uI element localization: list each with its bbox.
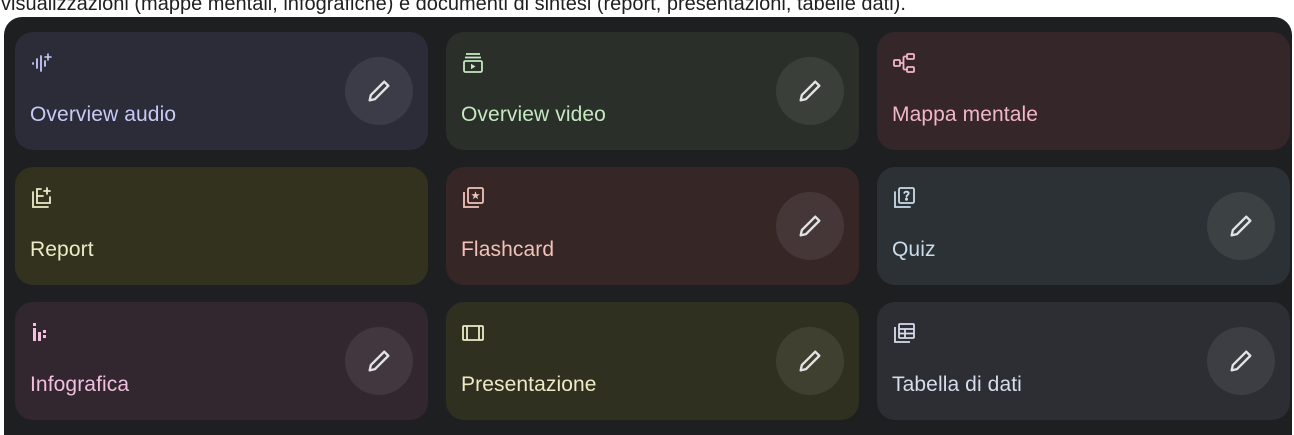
tool-card-label: Flashcard [461, 238, 555, 261]
tool-card-overview-video[interactable]: Overview video [446, 32, 859, 150]
edit-button[interactable] [1207, 327, 1275, 395]
tool-card-label: Report [30, 238, 94, 261]
tool-card-infographic[interactable]: Infografica [15, 302, 428, 420]
tool-card-label: Tabella di dati [892, 373, 1022, 396]
tool-card-data-table[interactable]: Tabella di dati [877, 302, 1290, 420]
tool-card-mind-map[interactable]: Mappa mentale [877, 32, 1290, 150]
tool-card-label: Presentazione [461, 373, 597, 396]
pencil-icon [1227, 347, 1255, 375]
tool-card-label: Infografica [30, 373, 130, 396]
tool-card-label: Overview audio [30, 103, 177, 126]
studio-panel: Overview audio Overview video Mappa ment… [4, 17, 1292, 435]
edit-button[interactable] [776, 192, 844, 260]
mind-map-icon [892, 51, 916, 75]
pencil-icon [365, 77, 393, 105]
video-icon [461, 51, 485, 75]
tool-card-flashcard[interactable]: Flashcard [446, 167, 859, 285]
pencil-icon [1227, 212, 1255, 240]
data-table-icon [892, 321, 916, 345]
edit-button[interactable] [776, 327, 844, 395]
edit-button[interactable] [345, 327, 413, 395]
pencil-icon [796, 212, 824, 240]
tool-card-overview-audio[interactable]: Overview audio [15, 32, 428, 150]
tool-card-report[interactable]: Report [15, 167, 428, 285]
pencil-icon [796, 77, 824, 105]
flashcard-icon [461, 186, 485, 210]
edit-button[interactable] [1207, 192, 1275, 260]
tool-card-label: Mappa mentale [892, 103, 1039, 126]
quiz-icon [892, 186, 916, 210]
edit-button[interactable] [345, 57, 413, 125]
tool-card-quiz[interactable]: Quiz [877, 167, 1290, 285]
tool-card-presentation[interactable]: Presentazione [446, 302, 859, 420]
intro-text: visualizzazioni (mappe mentali, infograf… [1, 0, 906, 15]
tool-card-label: Overview video [461, 103, 606, 126]
infographic-icon [30, 321, 54, 345]
pencil-icon [365, 347, 393, 375]
edit-button[interactable] [776, 57, 844, 125]
pencil-icon [796, 347, 824, 375]
tool-card-label: Quiz [892, 238, 936, 261]
presentation-icon [461, 321, 485, 345]
audio-sparkle-icon [30, 51, 54, 75]
report-icon [30, 186, 54, 210]
